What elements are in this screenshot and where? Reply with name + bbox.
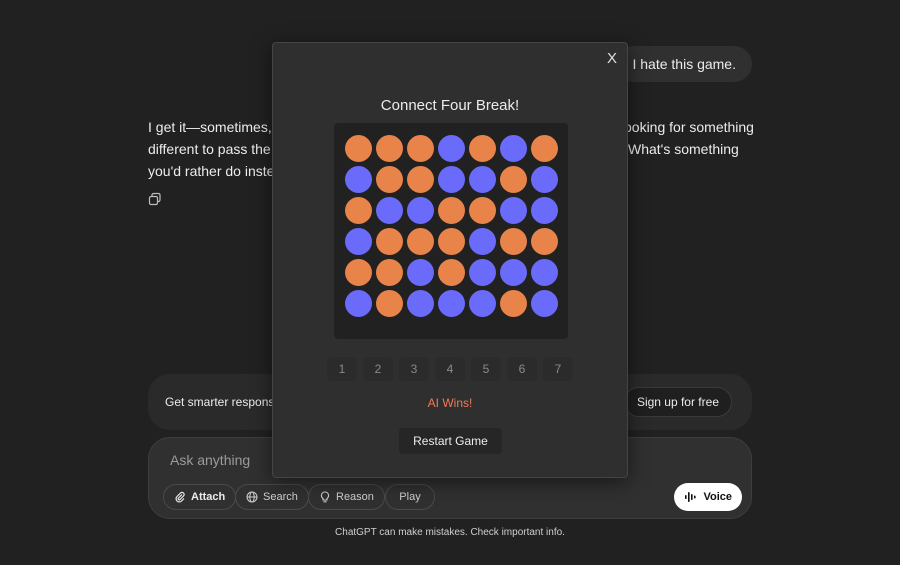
game-modal: X Connect Four Break! 1234567 AI Wins! R… [272, 42, 628, 478]
column-button-4[interactable]: 4 [435, 357, 465, 381]
disc-blue [345, 166, 372, 193]
disc-orange [407, 166, 434, 193]
chat-page: I hate this game. I get it—sometimes, th… [0, 0, 900, 565]
play-label: Play [399, 491, 420, 503]
disc-blue [500, 135, 527, 162]
disc-orange [407, 135, 434, 162]
user-message-bubble: I hate this game. [616, 46, 752, 82]
voice-button[interactable]: Voice [674, 483, 742, 511]
disc-blue [407, 290, 434, 317]
disc-blue [500, 197, 527, 224]
copy-icon[interactable] [148, 192, 162, 206]
restart-game-button[interactable]: Restart Game [399, 428, 502, 454]
disc-blue [407, 197, 434, 224]
globe-icon [246, 491, 258, 503]
search-button[interactable]: Search [235, 484, 309, 510]
disc-orange [407, 228, 434, 255]
paperclip-icon [174, 491, 186, 503]
disc-blue [531, 166, 558, 193]
disc-blue [531, 290, 558, 317]
disc-orange [345, 259, 372, 286]
disc-blue [438, 166, 465, 193]
disc-orange [376, 259, 403, 286]
disc-blue [438, 290, 465, 317]
disc-orange [531, 135, 558, 162]
game-title: Connect Four Break! [273, 97, 627, 114]
play-button[interactable]: Play [385, 484, 435, 510]
upsell-text: Get smarter responses [165, 395, 287, 409]
reason-button[interactable]: Reason [308, 484, 385, 510]
game-board [334, 123, 568, 339]
disc-orange [438, 197, 465, 224]
disc-blue [469, 228, 496, 255]
disc-blue [469, 259, 496, 286]
disc-blue [438, 135, 465, 162]
disc-orange [438, 228, 465, 255]
disc-blue [469, 166, 496, 193]
disc-orange [500, 166, 527, 193]
column-button-6[interactable]: 6 [507, 357, 537, 381]
disc-orange [500, 290, 527, 317]
disc-orange [376, 166, 403, 193]
voice-label: Voice [703, 491, 732, 503]
disc-orange [500, 228, 527, 255]
disc-blue [531, 259, 558, 286]
signup-button[interactable]: Sign up for free [624, 387, 732, 417]
close-button[interactable]: X [604, 50, 620, 67]
disc-orange [345, 135, 372, 162]
disc-orange [531, 228, 558, 255]
column-button-7[interactable]: 7 [543, 357, 573, 381]
disc-orange [376, 228, 403, 255]
disc-orange [345, 197, 372, 224]
disc-orange [469, 135, 496, 162]
disc-blue [345, 228, 372, 255]
assistant-line-2-right: What's something [628, 138, 739, 160]
disc-blue [469, 290, 496, 317]
voice-waveform-icon [684, 491, 698, 503]
lightbulb-icon [319, 491, 331, 503]
disc-blue [345, 290, 372, 317]
disc-orange [469, 197, 496, 224]
column-button-3[interactable]: 3 [399, 357, 429, 381]
disclaimer-text: ChatGPT can make mistakes. Check importa… [0, 527, 900, 538]
disc-blue [500, 259, 527, 286]
disc-blue [376, 197, 403, 224]
column-button-2[interactable]: 2 [363, 357, 393, 381]
disc-orange [376, 135, 403, 162]
disc-blue [407, 259, 434, 286]
disc-orange [376, 290, 403, 317]
disc-blue [531, 197, 558, 224]
attach-button[interactable]: Attach [163, 484, 236, 510]
game-status: AI Wins! [273, 396, 627, 410]
disc-orange [438, 259, 465, 286]
reason-label: Reason [336, 491, 374, 503]
assistant-line-1-right: ooking for something [624, 116, 754, 138]
message-input[interactable]: Ask anything [170, 452, 250, 468]
attach-label: Attach [191, 491, 225, 503]
column-button-1[interactable]: 1 [327, 357, 357, 381]
search-label: Search [263, 491, 298, 503]
column-button-5[interactable]: 5 [471, 357, 501, 381]
